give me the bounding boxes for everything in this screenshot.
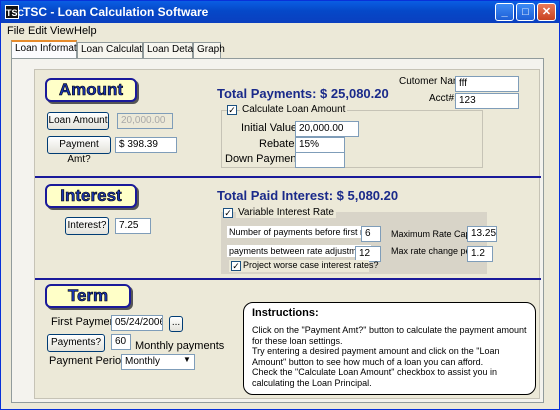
payment-period-value: Monthly (125, 356, 161, 367)
initial-value-label: Initial Value (241, 122, 298, 134)
date-picker-button[interactable]: ... (169, 316, 183, 332)
menu-bar: File Edit View Help (2, 23, 558, 39)
chevron-down-icon[interactable]: ▼ (183, 355, 191, 364)
payments-field[interactable]: 60 (111, 334, 131, 350)
calculate-loan-checkbox[interactable]: ✓ (227, 105, 237, 115)
max-rate-cap-label: Maximum Rate Cap (391, 229, 471, 239)
down-payment-label: Down Payment (225, 153, 300, 165)
max-rate-cap-field[interactable]: 13.25 (467, 226, 497, 242)
calculate-loan-label: Calculate Loan Amount (240, 104, 348, 115)
main-window: TSC TSC - Loan Calculation Software _ □ … (0, 0, 560, 410)
menu-edit[interactable]: Edit (28, 25, 47, 37)
interest-field[interactable]: 7.25 (115, 218, 151, 234)
monthly-payments-label: Monthly payments (135, 340, 225, 352)
amount-header: Amount (45, 78, 137, 102)
menu-file[interactable]: File (7, 25, 25, 37)
interest-header: Interest (45, 184, 137, 208)
tab-panel: Amount Loan Amount 20,000.00 Payment Amt… (11, 58, 544, 403)
section-separator (35, 278, 541, 280)
max-rate-change-label: Max rate change per (391, 246, 474, 256)
first-payment-field[interactable]: 05/24/2006 (111, 315, 163, 331)
worse-case-label: Project worse case interest rates? (243, 260, 379, 270)
loan-amount-field[interactable]: 20,000.00 (117, 113, 173, 129)
tab-loan-calculation[interactable]: Loan Calculation (77, 42, 156, 58)
menu-view[interactable]: View (50, 25, 74, 37)
worse-case-checkbox[interactable]: ✓ (231, 261, 241, 271)
tab-graph[interactable]: Graph (193, 42, 225, 58)
window-title: TSC - Loan Calculation Software (23, 5, 209, 19)
instructions-title: Instructions: (252, 307, 319, 319)
num-payments-field[interactable]: 6 (361, 226, 381, 242)
variable-rate-label: Variable Interest Rate (236, 207, 336, 218)
interest-button[interactable]: Interest? (65, 217, 109, 235)
max-rate-change-field[interactable]: 1.2 (467, 246, 493, 262)
payment-amt-button[interactable]: Payment Amt? (47, 136, 111, 165)
minimize-button[interactable]: _ (495, 3, 514, 21)
total-paid-interest: Total Paid Interest: $ 5,080.20 (217, 188, 399, 203)
num-payments-label: Number of payments before first rate (227, 226, 378, 238)
term-header: Term (45, 284, 131, 308)
instructions-box: Instructions: Click on the "Payment Amt?… (243, 302, 536, 395)
app-icon: TSC (5, 5, 24, 19)
payments-button[interactable]: Payments? (47, 334, 105, 352)
loan-amount-button[interactable]: Loan Amount (47, 112, 109, 130)
acct-field[interactable]: 123 (455, 93, 519, 109)
rebates-field[interactable]: 15% (295, 137, 345, 153)
tab-loan-information[interactable]: Loan Information (11, 40, 90, 58)
acct-label: Acct#: (429, 93, 457, 104)
instructions-body: Click on the "Payment Amt?" button to ca… (252, 325, 527, 388)
variable-rate-checkbox[interactable]: ✓ (223, 208, 233, 218)
total-payments: Total Payments: $ 25,080.20 (217, 86, 389, 101)
payment-period-label: Payment Period (49, 355, 128, 367)
title-bar[interactable]: TSC TSC - Loan Calculation Software _ □ … (1, 1, 559, 23)
close-button[interactable]: ✕ (537, 3, 556, 21)
menu-help[interactable]: Help (74, 25, 97, 37)
payments-between-label: payments between rate adjustment (227, 245, 372, 257)
tab-loan-details[interactable]: Loan Details (143, 42, 203, 58)
section-separator (35, 176, 541, 178)
loan-information-form: Amount Loan Amount 20,000.00 Payment Amt… (34, 69, 541, 399)
initial-value-field[interactable]: 20,000.00 (295, 121, 359, 137)
rebates-label: Rebates (259, 138, 300, 150)
payment-amt-field[interactable]: $ 398.39 (115, 137, 177, 153)
maximize-button[interactable]: □ (516, 3, 535, 21)
down-payment-field[interactable] (295, 152, 345, 168)
first-payment-label: First Payment (51, 316, 119, 328)
customer-name-field[interactable]: fff (455, 76, 519, 92)
